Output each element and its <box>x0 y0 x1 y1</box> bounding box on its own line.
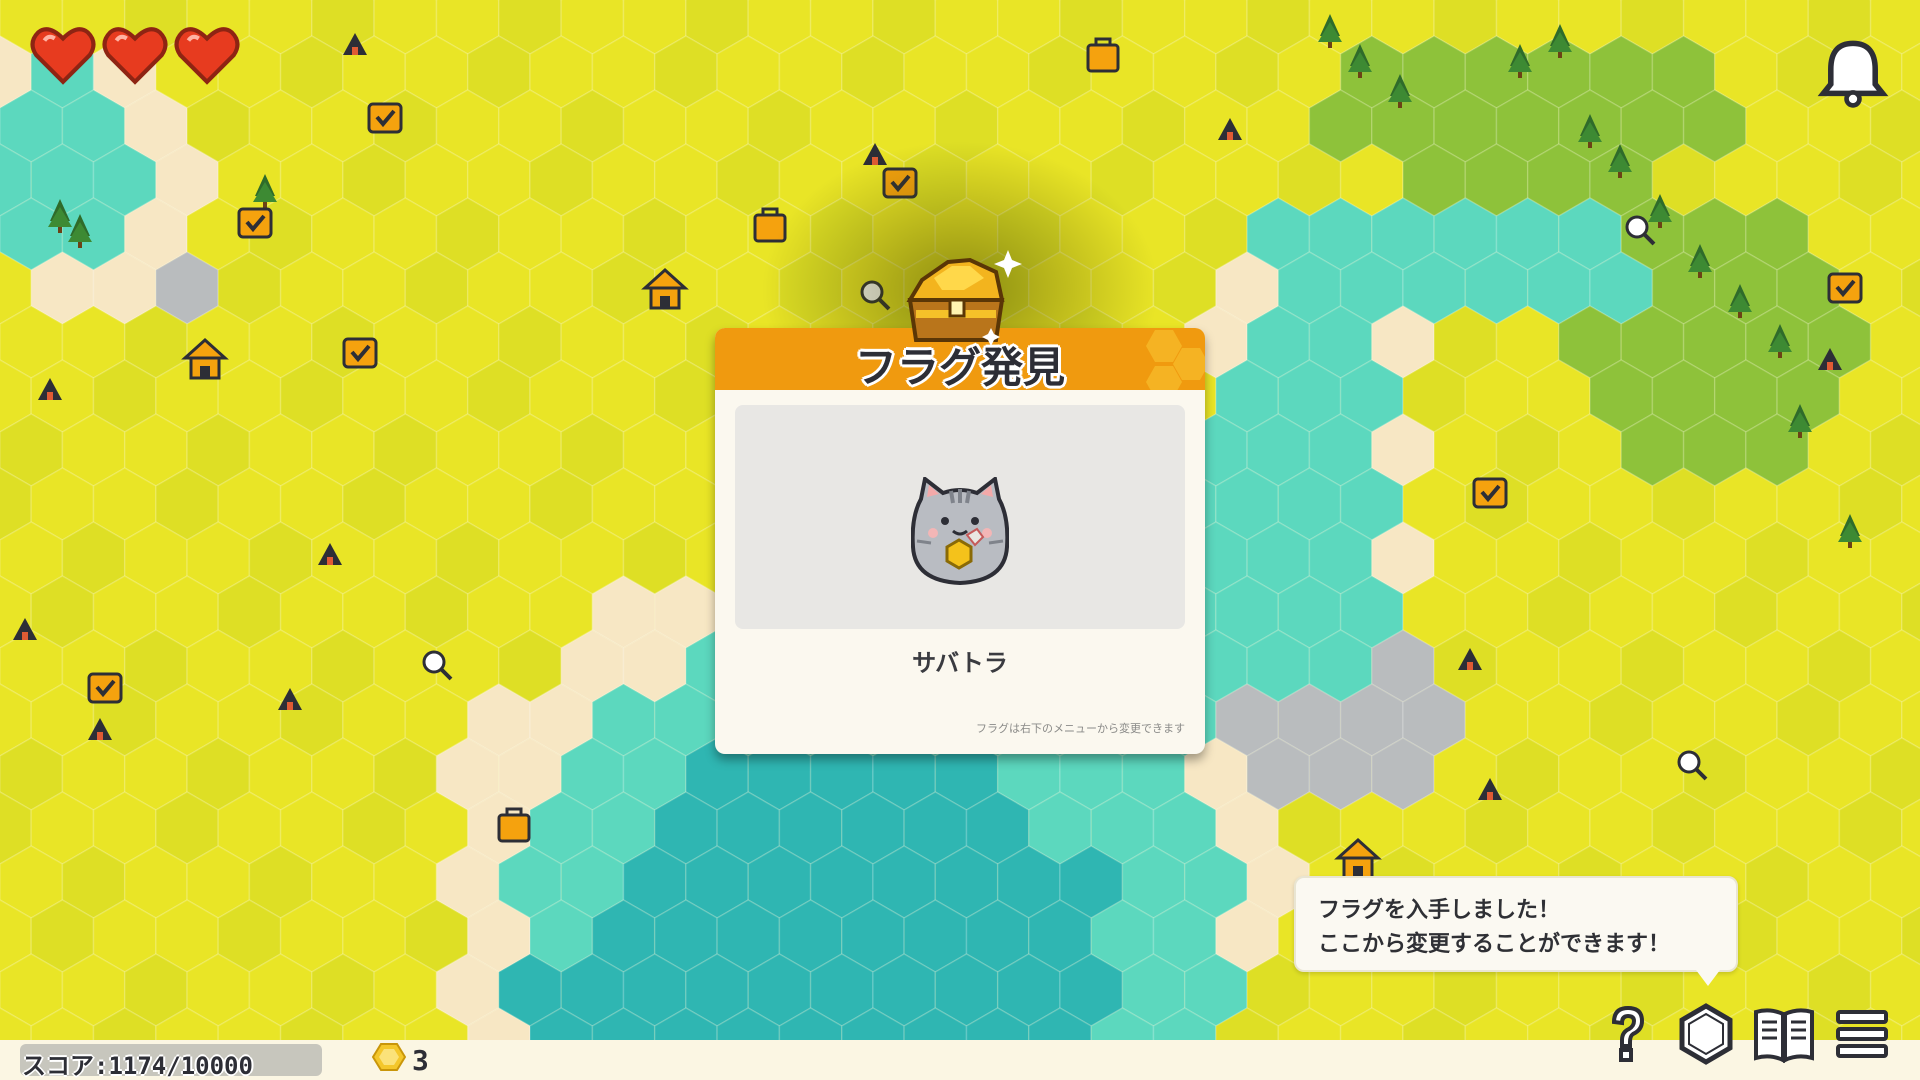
heart-icon <box>174 27 240 85</box>
hex-coin-icon <box>372 1043 406 1071</box>
tooltip-line-1: フラグを入手しました！ <box>1318 898 1561 923</box>
tooltip-line-2: ここから変更することができます！ <box>1318 932 1671 957</box>
heart-icon <box>102 27 168 85</box>
help-icon[interactable] <box>1596 1002 1660 1066</box>
item-bag-icon[interactable] <box>1086 37 1120 73</box>
treasure-chest-icon <box>906 250 1022 346</box>
completed-quest-icon[interactable] <box>1472 477 1508 509</box>
notification-bell-icon[interactable] <box>1816 36 1890 110</box>
tooltip-pointer <box>1696 970 1720 986</box>
score-label: スコア:1174/10000 <box>22 1052 253 1080</box>
completed-quest-icon[interactable] <box>367 102 403 134</box>
menu-icon[interactable] <box>1830 1002 1894 1066</box>
flag-found-dialog[interactable]: フラグ発見 サバトラ フラグは右下のメニューから変更できます <box>715 328 1205 754</box>
dialog-note: フラグは右下のメニューから変更できます <box>976 722 1185 735</box>
cat-flag-icon <box>911 477 1009 586</box>
completed-quest-icon[interactable] <box>237 207 273 239</box>
hex-flag-icon[interactable] <box>1674 1002 1738 1066</box>
heart-icon <box>30 27 96 85</box>
flag-count: 3 <box>412 1044 429 1077</box>
life-hearts <box>30 22 240 88</box>
book-icon[interactable] <box>1752 1002 1816 1066</box>
hint-tooltip: フラグを入手しました！ ここから変更することができます！ <box>1294 876 1738 986</box>
completed-quest-icon[interactable] <box>87 672 123 704</box>
item-bag-icon[interactable] <box>497 807 531 843</box>
completed-quest-icon[interactable] <box>342 337 378 369</box>
game-screen: フラグ発見 サバトラ フラグは右下のメニューから変更できます フラグを入手しまし… <box>0 0 1920 1080</box>
completed-quest-icon[interactable] <box>1827 272 1863 304</box>
flag-name: サバトラ <box>912 649 1008 677</box>
flag-preview <box>735 405 1185 629</box>
